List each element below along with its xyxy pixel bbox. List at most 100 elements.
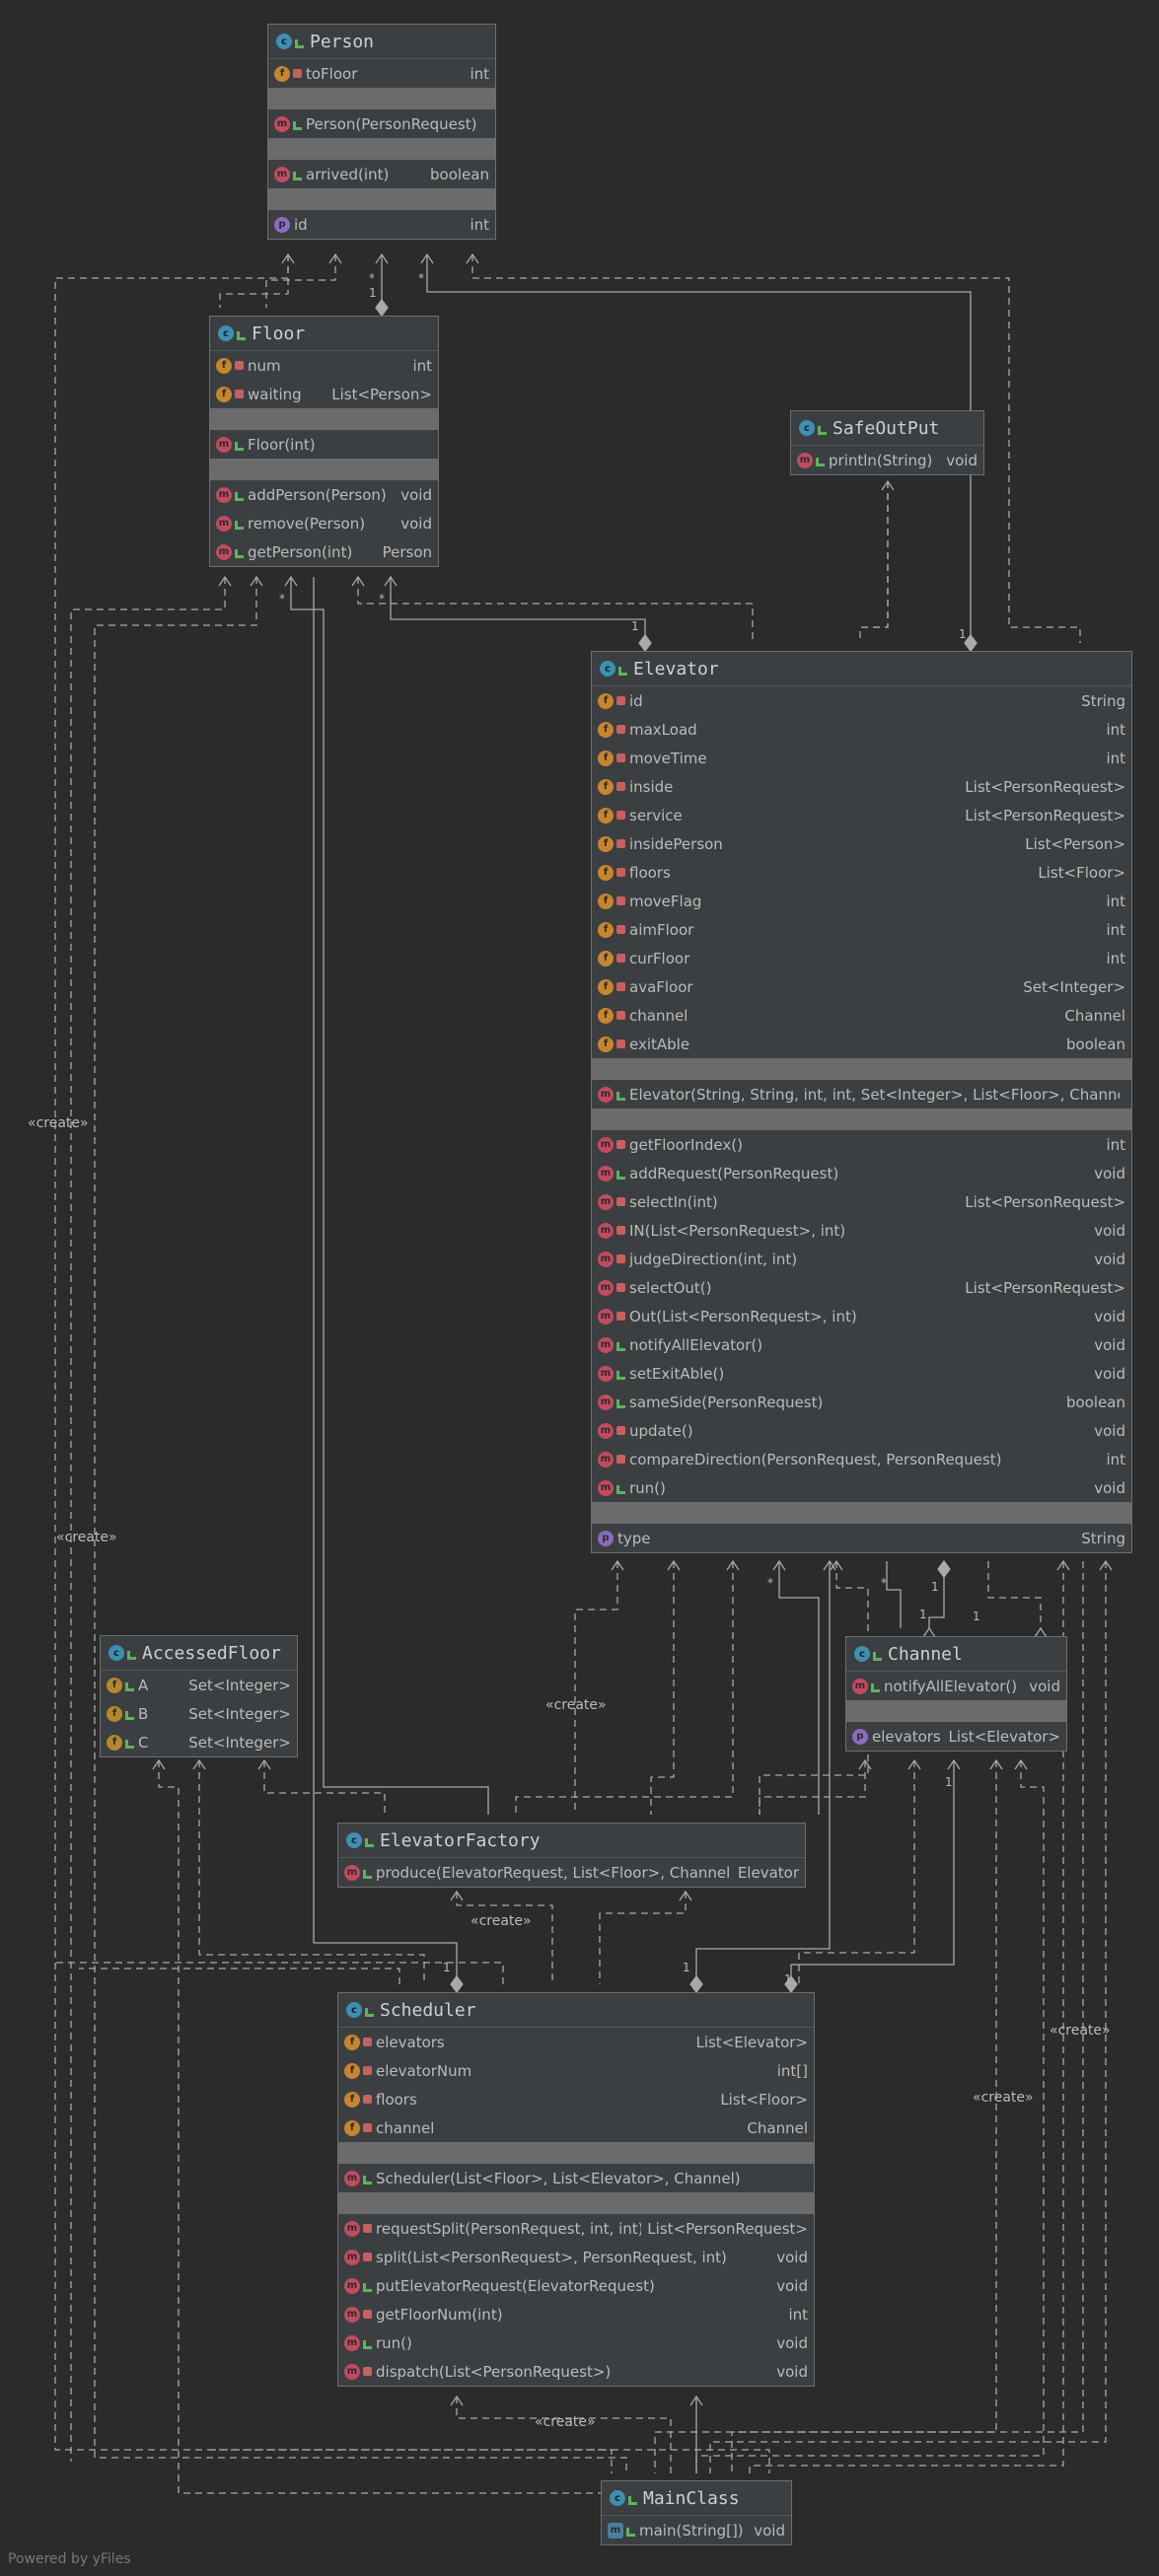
scheduler-factory-dependency: [599, 1892, 687, 1984]
create-label-5: «create»: [1050, 2023, 1111, 2039]
field-icon: f: [598, 950, 614, 966]
elevator-property-row[interactable]: p type String: [592, 1524, 1131, 1552]
accessedfloor-enum-constant-row[interactable]: f B Set<Integer>: [101, 1699, 297, 1728]
accessedfloor-enum-constant-row[interactable]: f A Set<Integer>: [101, 1671, 297, 1699]
floor-field-row[interactable]: f num int: [210, 351, 438, 380]
floor-method-row[interactable]: m addPerson(Person) void: [210, 480, 438, 509]
section-separator: [268, 138, 495, 160]
method-name: getFloorIndex(): [629, 1135, 743, 1154]
scheduler-method-row[interactable]: m getFloorNum(int) int: [338, 2300, 814, 2328]
person-property-row[interactable]: p id int: [268, 210, 495, 239]
field-name: floors: [376, 2090, 417, 2109]
field-icon: f: [598, 835, 614, 852]
elevatorfactory-class-node[interactable]: c ElevatorFactory m produce(ElevatorRequest…: [337, 1823, 806, 1888]
method-type: void: [1094, 1421, 1125, 1440]
elevator-field-row[interactable]: f avaFloor Set<Integer>: [592, 972, 1131, 1001]
person-method-row[interactable]: m arrived(int) boolean: [268, 160, 495, 188]
scheduler-method-row[interactable]: m Scheduler(List<Floor>, List<Elevator>, …: [338, 2164, 814, 2192]
elevator-method-row[interactable]: m getFloorIndex() int: [592, 1130, 1131, 1159]
method-type: void: [946, 451, 978, 469]
elevator-method-row[interactable]: m Elevator(String, String, int, int, Set<…: [592, 1080, 1131, 1109]
floor-method-row[interactable]: m Floor(int): [210, 430, 438, 459]
elevator-field-row[interactable]: f curFloor int: [592, 944, 1131, 972]
elevator-channel-dependency: [987, 1561, 1042, 1628]
person-class-node[interactable]: c Person f toFloor int m Person(PersonRequest)…: [267, 24, 496, 240]
person-field-row[interactable]: f toFloor int: [268, 59, 495, 88]
elevator-method-row[interactable]: m Out(List<PersonRequest>, int) void: [592, 1302, 1131, 1330]
elevator-method-row[interactable]: m compareDirection(PersonRequest, PersonR…: [592, 1445, 1131, 1473]
elevator-field-row[interactable]: f insidePerson List<Person>: [592, 829, 1131, 858]
elevator-field-row[interactable]: f exitAble boolean: [592, 1030, 1131, 1058]
elevator-method-row[interactable]: m setExitAble() void: [592, 1359, 1131, 1388]
method-type: Elevator: [737, 1863, 799, 1882]
method-icon: m: [216, 486, 232, 503]
safeoutput-method-row[interactable]: m println(String) void: [791, 446, 983, 474]
field-icon: f: [598, 1036, 614, 1052]
elevator-method-row[interactable]: m IN(List<PersonRequest>, int) void: [592, 1216, 1131, 1245]
floor-field-row[interactable]: f waiting List<Person>: [210, 380, 438, 408]
elevator-method-row[interactable]: m selectIn(int) List<PersonRequest>: [592, 1187, 1131, 1216]
floor-method-row[interactable]: m remove(Person) void: [210, 509, 438, 537]
elevator-field-row[interactable]: f channel Channel: [592, 1001, 1131, 1030]
scheduler-method-row[interactable]: m putElevatorRequest(ElevatorRequest) void: [338, 2271, 814, 2300]
elevator-field-row[interactable]: f inside List<PersonRequest>: [592, 772, 1131, 801]
accessedfloor-class-node[interactable]: c AccessedFloor f A Set<Integer> f B Set<Intege…: [100, 1635, 298, 1757]
public-visibility-icon: [237, 330, 246, 340]
channel-class-node[interactable]: c Channel m notifyAllElevator() void p elevato…: [845, 1636, 1067, 1752]
elevator-class-node[interactable]: c Elevator f id String f maxLoad int f moveTime in…: [591, 651, 1132, 1553]
elevator-person-dependency: [471, 254, 1081, 643]
scheduler-method-row[interactable]: m split(List<PersonRequest>, PersonReques…: [338, 2243, 814, 2271]
method-type: int: [788, 2305, 808, 2324]
method-name: Floor(int): [248, 435, 316, 454]
channel-property-row[interactable]: p elevators List<Elevator>: [846, 1722, 1066, 1751]
elevator-field-row[interactable]: f maxLoad int: [592, 715, 1131, 744]
elevator-field-row[interactable]: f aimFloor int: [592, 915, 1131, 944]
floor-class-node[interactable]: c Floor f num int f waiting List<Person> m Floor(…: [209, 316, 439, 567]
elevator-field-row[interactable]: f id String: [592, 686, 1131, 715]
method-type: void: [776, 2362, 808, 2381]
elevator-method-row[interactable]: m notifyAllElevator() void: [592, 1330, 1131, 1359]
mainclass-method-row[interactable]: m main(String[]) void: [602, 2516, 791, 2544]
elevatorfactory-method-row[interactable]: m produce(ElevatorRequest, List<Floor>, C…: [338, 1858, 805, 1887]
elevator-safeoutput-dependency: [859, 481, 889, 643]
method-type: List<PersonRequest>: [647, 2219, 808, 2238]
elevator-field-row[interactable]: f moveFlag int: [592, 887, 1131, 915]
scheduler-class-node[interactable]: c Scheduler f elevators List<Elevator> f eleva…: [337, 1992, 815, 2387]
mult-star-person-2: *: [418, 271, 424, 285]
mult-star-person-1: *: [369, 271, 375, 285]
mainclass-class-node[interactable]: c MainClass m main(String[]) void: [601, 2480, 792, 2545]
elevator-method-row[interactable]: m addRequest(PersonRequest) void: [592, 1159, 1131, 1187]
scheduler-method-row[interactable]: m dispatch(List<PersonRequest>) void: [338, 2357, 814, 2386]
channel-method-row[interactable]: m notifyAllElevator() void: [846, 1672, 1066, 1700]
private-visibility-icon: [363, 2253, 372, 2261]
field-type: List<Person>: [331, 385, 432, 403]
elevator-class-name: Elevator: [633, 658, 719, 680]
scheduler-method-row[interactable]: m run() void: [338, 2328, 814, 2357]
elevator-field-row[interactable]: f moveTime int: [592, 744, 1131, 772]
scheduler-field-row[interactable]: f elevators List<Elevator>: [338, 2028, 814, 2056]
mult-star-floor-2: *: [379, 592, 385, 606]
person-method-row[interactable]: m Person(PersonRequest): [268, 109, 495, 138]
elevator-field-row[interactable]: f floors List<Floor>: [592, 858, 1131, 887]
composition-diamond: [638, 633, 652, 653]
elevator-method-row[interactable]: m run() void: [592, 1473, 1131, 1502]
field-type: List<PersonRequest>: [965, 806, 1125, 824]
safeoutput-class-node[interactable]: c SafeOutPut m println(String) void: [790, 410, 984, 475]
section-separator: [338, 2142, 814, 2164]
accessedfloor-enum-constant-row[interactable]: f C Set<Integer>: [101, 1728, 297, 1756]
enum-constant-type: Set<Integer>: [188, 1704, 291, 1723]
scheduler-field-row[interactable]: f elevatorNum int[]: [338, 2056, 814, 2085]
method-name: putElevatorRequest(ElevatorRequest): [376, 2276, 655, 2295]
elevator-method-row[interactable]: m update() void: [592, 1416, 1131, 1445]
elevator-method-row[interactable]: m selectOut() List<PersonRequest>: [592, 1273, 1131, 1302]
scheduler-field-row[interactable]: f floors List<Floor>: [338, 2085, 814, 2113]
elevator-method-row[interactable]: m judgeDirection(int, int) void: [592, 1245, 1131, 1273]
field-type: Channel: [1064, 1006, 1125, 1025]
scheduler-method-row[interactable]: m requestSplit(PersonRequest, int, int) Li…: [338, 2214, 814, 2243]
elevator-method-row[interactable]: m sameSide(PersonRequest) boolean: [592, 1388, 1131, 1416]
elevator-field-row[interactable]: f service List<PersonRequest>: [592, 801, 1131, 829]
floor-method-row[interactable]: m getPerson(int) Person: [210, 537, 438, 566]
private-visibility-icon: [616, 725, 625, 734]
scheduler-field-row[interactable]: f channel Channel: [338, 2113, 814, 2142]
private-visibility-icon: [363, 2095, 372, 2104]
